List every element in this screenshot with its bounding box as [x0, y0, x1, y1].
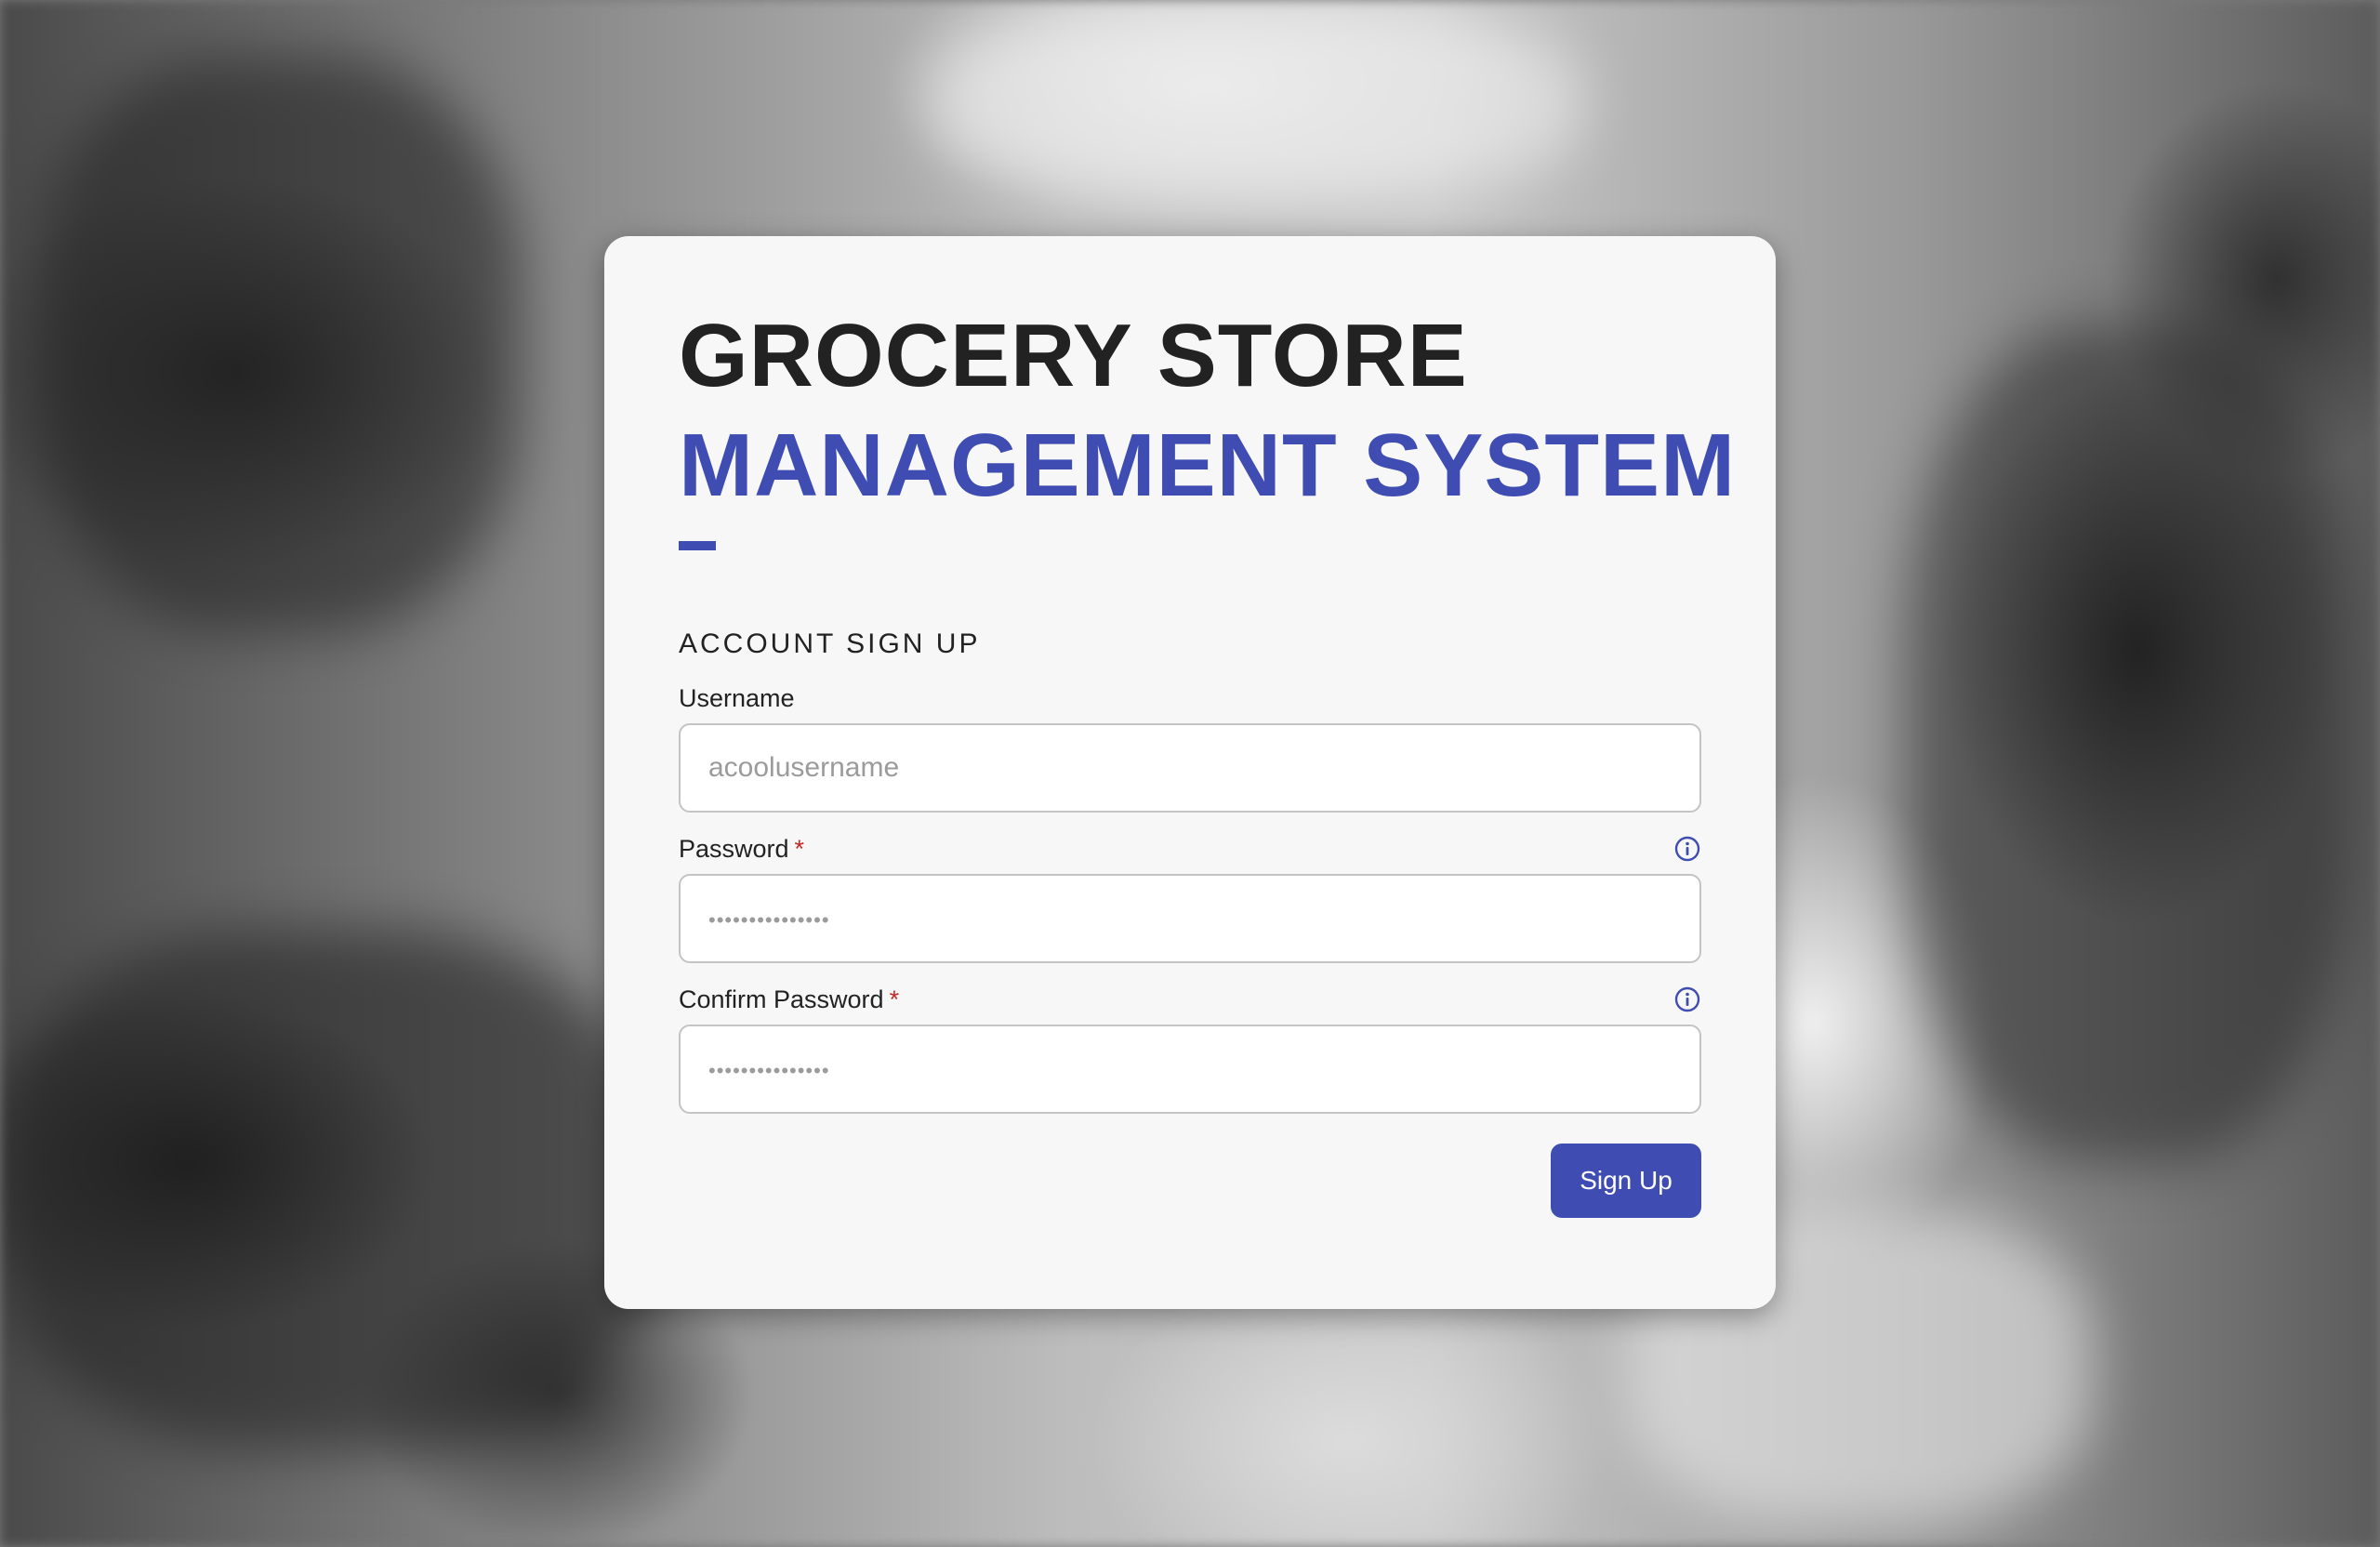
username-label: Username [679, 683, 795, 712]
confirm-password-label-row: Confirm Password * [679, 985, 1701, 1013]
confirm-password-label: Confirm Password * [679, 985, 899, 1014]
password-label-text: Password [679, 834, 789, 863]
background-light-shape [930, 0, 1580, 205]
info-icon[interactable] [1673, 835, 1701, 863]
username-label-row: Username [679, 684, 1701, 712]
app-title-line-1: GROCERY STORE [679, 306, 1468, 405]
signup-card: GROCERY STORE MANAGEMENT SYSTEM ACCOUNT … [604, 236, 1776, 1309]
form-actions: Sign Up [679, 1144, 1701, 1218]
username-input[interactable] [679, 723, 1701, 813]
app-title-line-2: MANAGEMENT SYSTEM [679, 416, 1737, 515]
password-input[interactable] [679, 874, 1701, 963]
form-heading: ACCOUNT SIGN UP [679, 628, 981, 659]
confirm-password-input[interactable] [679, 1025, 1701, 1114]
confirm-password-label-text: Confirm Password [679, 985, 884, 1013]
sign-up-button[interactable]: Sign Up [1551, 1144, 1701, 1218]
required-marker: * [794, 834, 805, 863]
background-shelf-shape [37, 56, 521, 632]
background-shelf-shape [0, 930, 651, 1450]
title-accent-divider [679, 541, 716, 550]
required-marker: * [889, 985, 900, 1013]
info-icon[interactable] [1673, 985, 1701, 1013]
background-shelf-shape [1906, 325, 2352, 1162]
password-label: Password * [679, 835, 804, 864]
password-label-row: Password * [679, 835, 1701, 863]
